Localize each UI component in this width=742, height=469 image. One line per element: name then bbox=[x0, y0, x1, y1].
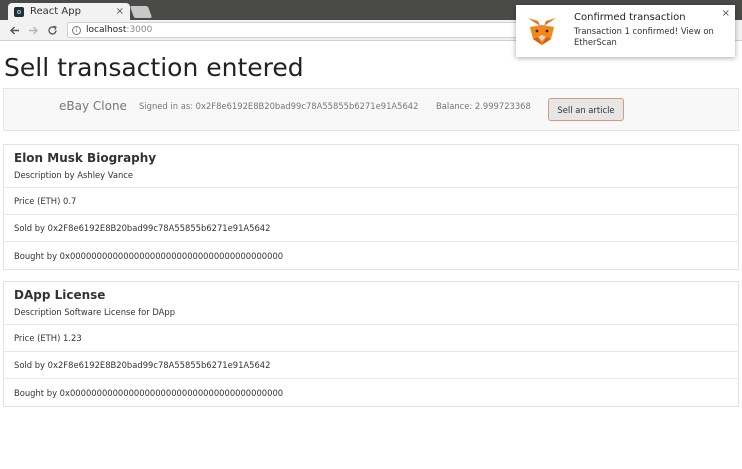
brand-link[interactable]: eBay Clone bbox=[59, 99, 127, 113]
back-icon[interactable] bbox=[6, 22, 22, 38]
app-navbar: eBay Clone Signed in as: 0x2F8e6192E8B20… bbox=[3, 88, 739, 131]
article-price: Price (ETH) 1.23 bbox=[4, 325, 738, 352]
address-bar[interactable]: i localhost:3000 bbox=[67, 22, 537, 38]
article-name: Elon Musk Biography bbox=[14, 151, 157, 165]
metamask-fox-icon bbox=[528, 18, 556, 45]
article-card: DApp License Description Software Licens… bbox=[3, 281, 739, 407]
notification-title: Confirmed transaction bbox=[574, 12, 686, 23]
article-description: Description Software License for DApp bbox=[14, 307, 176, 317]
article-seller: Sold by 0x2F8e6192E8B20bad99c78A55855b62… bbox=[4, 352, 738, 379]
reload-icon[interactable] bbox=[44, 22, 60, 38]
close-icon[interactable]: × bbox=[722, 8, 730, 19]
balance-text: Balance: 2.999723368 bbox=[436, 101, 531, 111]
info-icon[interactable]: i bbox=[72, 25, 81, 35]
forward-icon[interactable] bbox=[25, 22, 41, 38]
tab-close-icon[interactable]: × bbox=[116, 6, 124, 17]
page-title: Sell transaction entered bbox=[4, 53, 304, 82]
article-buyer: Bought by 0x0000000000000000000000000000… bbox=[14, 387, 284, 398]
transaction-notification[interactable]: Confirmed transaction Transaction 1 conf… bbox=[516, 5, 735, 57]
article-price: Price (ETH) 0.7 bbox=[4, 188, 738, 215]
react-favicon-icon bbox=[14, 6, 24, 17]
article-header: DApp License Description Software Licens… bbox=[4, 282, 738, 325]
article-name: DApp License bbox=[14, 288, 106, 302]
article-seller: Sold by 0x2F8e6192E8B20bad99c78A55855b62… bbox=[4, 215, 738, 242]
new-tab-button[interactable] bbox=[129, 6, 153, 18]
article-header: Elon Musk Biography Description by Ashle… bbox=[4, 145, 738, 188]
url-port: :3000 bbox=[126, 25, 153, 35]
tab-title: React App bbox=[30, 6, 81, 17]
signed-in-text: Signed in as: 0x2F8e6192E8B20bad99c78A55… bbox=[139, 101, 419, 111]
article-card: Elon Musk Biography Description by Ashle… bbox=[3, 144, 739, 270]
notification-body[interactable]: Transaction 1 confirmed! View on EtherSc… bbox=[574, 26, 724, 48]
sell-article-button[interactable]: Sell an article bbox=[548, 98, 624, 121]
article-buyer: Bought by 0x0000000000000000000000000000… bbox=[14, 250, 284, 261]
browser-tab[interactable]: React App × bbox=[8, 3, 130, 20]
url-host: localhost bbox=[86, 25, 127, 35]
article-description: Description by Ashley Vance bbox=[14, 170, 134, 180]
